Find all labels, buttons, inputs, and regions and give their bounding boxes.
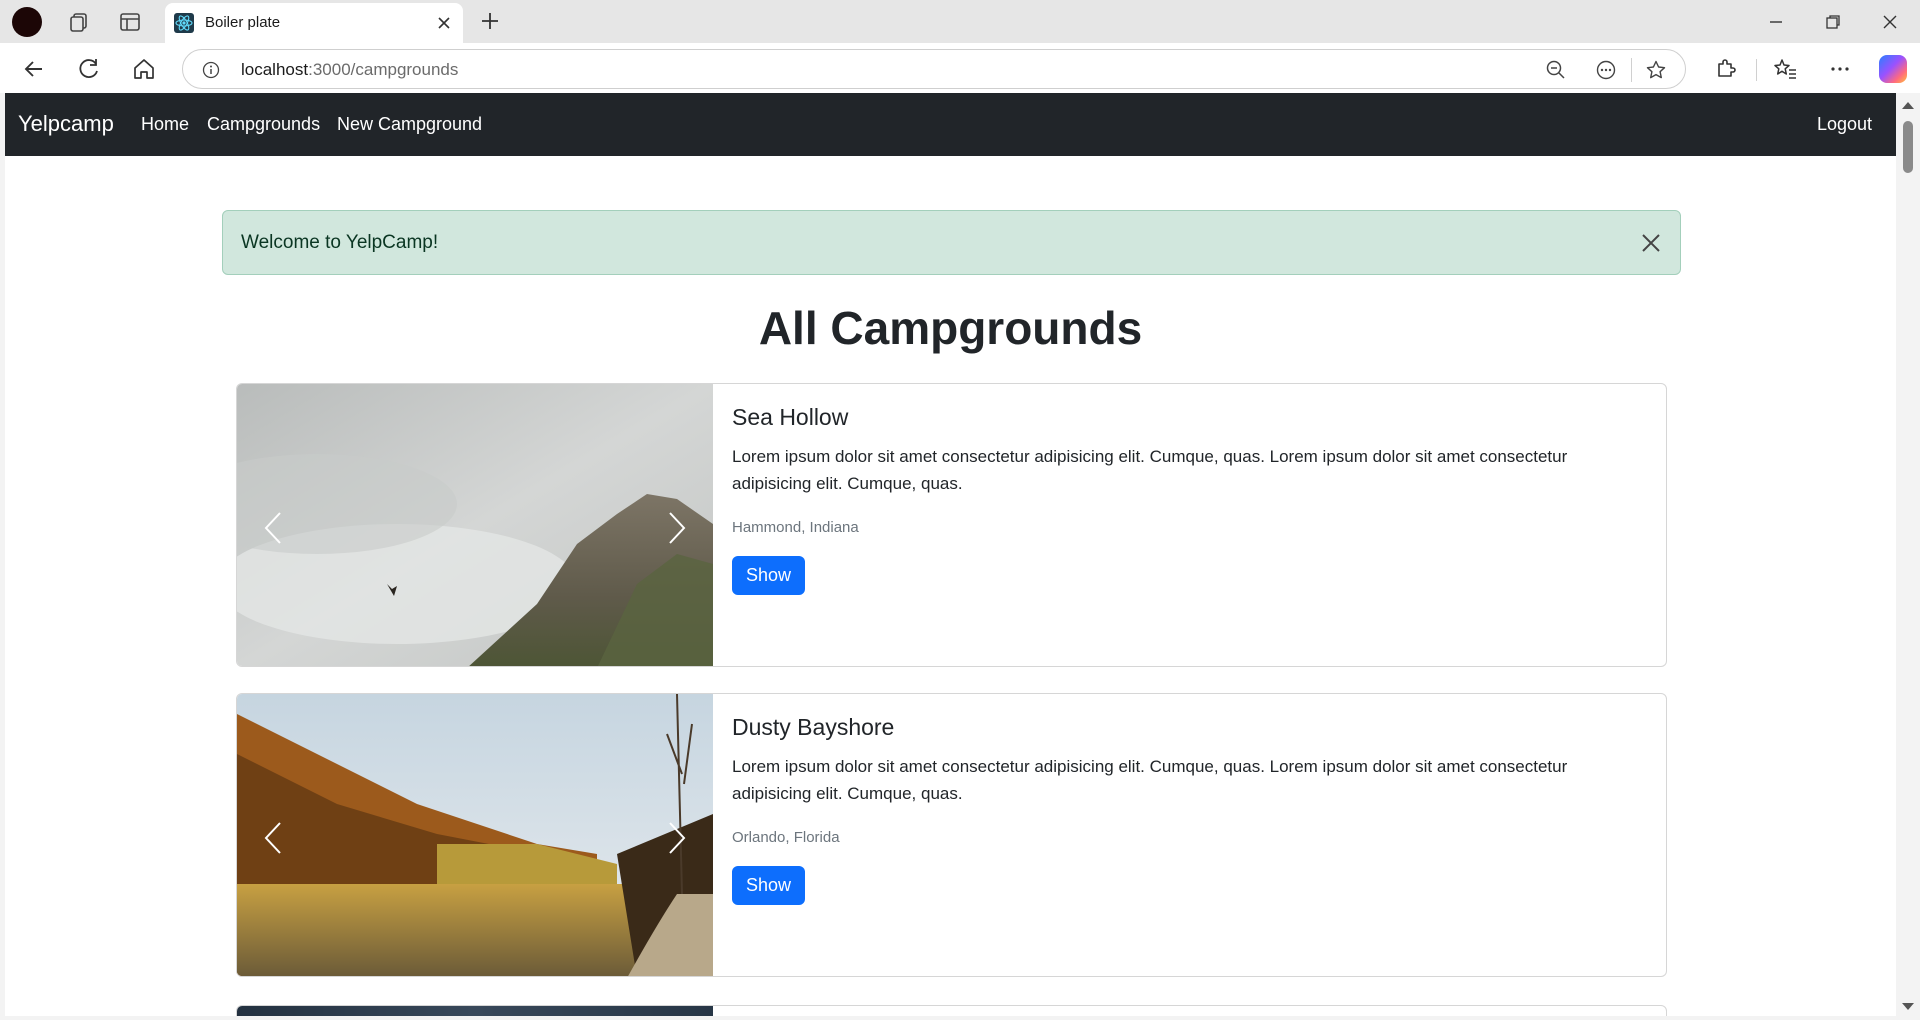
campground-card-body: Sea Hollow Lorem ipsum dolor sit amet co…: [732, 404, 1642, 595]
campground-card-body: Dusty Bayshore Lorem ipsum dolor sit ame…: [732, 714, 1642, 905]
campground-photo-mountain-fog: [237, 384, 713, 666]
zoom-out-icon[interactable]: [1545, 59, 1567, 81]
copilot-icon[interactable]: [1879, 55, 1907, 83]
nav-link-new-campground[interactable]: New Campground: [337, 114, 482, 135]
campground-image-partial: [237, 1006, 713, 1016]
campground-description: Lorem ipsum dolor sit amet consectetur a…: [732, 757, 1568, 803]
extensions-icon[interactable]: [1711, 55, 1739, 83]
browser-tab-bar: Boiler plate: [0, 0, 1920, 43]
success-alert: Welcome to YelpCamp!: [222, 210, 1681, 275]
navbar-brand[interactable]: Yelpcamp: [18, 111, 114, 137]
campground-card: Sea Hollow Lorem ipsum dolor sit amet co…: [236, 383, 1667, 667]
tab-close-icon[interactable]: [435, 14, 453, 32]
scrollbar-thumb[interactable]: [1903, 121, 1913, 173]
scroll-down-icon[interactable]: [1902, 1003, 1914, 1010]
home-icon[interactable]: [130, 55, 158, 83]
more-options-circle-icon[interactable]: [1595, 59, 1617, 81]
campground-location: Orlando, Florida: [732, 829, 840, 846]
active-tab[interactable]: Boiler plate: [165, 3, 463, 43]
carousel-prev-icon[interactable]: [261, 510, 285, 546]
show-button[interactable]: Show: [732, 866, 806, 905]
carousel-next-icon[interactable]: [665, 820, 689, 856]
minimize-icon[interactable]: [1763, 9, 1789, 35]
url-divider: [1631, 58, 1632, 82]
campground-title: Sea Hollow: [732, 404, 849, 430]
campground-photo-autumn-lake: [237, 694, 713, 976]
url-text[interactable]: localhost:3000/campgrounds: [241, 60, 458, 80]
vertical-tabs-icon[interactable]: [117, 9, 143, 35]
carousel-prev-icon[interactable]: [261, 820, 285, 856]
tab-title: Boiler plate: [205, 14, 281, 31]
restore-icon[interactable]: [1820, 9, 1846, 35]
campground-card-partial: [236, 1005, 1667, 1016]
address-toolbar: localhost:3000/campgrounds: [0, 43, 1920, 93]
alert-close-icon[interactable]: [1640, 232, 1662, 254]
favorites-icon[interactable]: [1771, 55, 1799, 83]
campground-card: Dusty Bayshore Lorem ipsum dolor sit ame…: [236, 693, 1667, 977]
campground-description: Lorem ipsum dolor sit amet consectetur a…: [732, 447, 1568, 493]
alert-message: Welcome to YelpCamp!: [241, 232, 439, 253]
refresh-icon[interactable]: [75, 55, 103, 83]
campground-image-carousel[interactable]: [237, 694, 713, 976]
profile-avatar[interactable]: [12, 7, 42, 37]
campground-image-carousel[interactable]: [237, 384, 713, 666]
top-navbar: Yelpcamp Home Campgrounds New Campground…: [5, 93, 1896, 156]
campground-title: Dusty Bayshore: [732, 714, 895, 740]
page-scrollbar[interactable]: [1896, 93, 1920, 1016]
close-window-icon[interactable]: [1877, 9, 1903, 35]
back-arrow-icon[interactable]: [20, 55, 48, 83]
show-button[interactable]: Show: [732, 556, 806, 595]
collections-icon[interactable]: [66, 9, 92, 35]
new-tab-icon[interactable]: [478, 9, 502, 33]
settings-more-icon[interactable]: [1826, 55, 1854, 83]
toolbar-divider: [1756, 59, 1757, 81]
nav-link-campgrounds[interactable]: Campgrounds: [207, 114, 320, 135]
react-favicon-icon: [174, 13, 194, 33]
nav-link-logout[interactable]: Logout: [1817, 114, 1872, 135]
campground-location: Hammond, Indiana: [732, 519, 859, 536]
carousel-next-icon[interactable]: [665, 510, 689, 546]
page-title: All Campgrounds: [758, 302, 1143, 354]
page-viewport: Yelpcamp Home Campgrounds New Campground…: [5, 93, 1896, 1016]
scroll-up-icon[interactable]: [1902, 102, 1914, 109]
favorite-star-icon[interactable]: [1645, 59, 1667, 81]
site-info-icon[interactable]: [202, 61, 220, 79]
url-bar[interactable]: localhost:3000/campgrounds: [182, 49, 1686, 89]
nav-link-home[interactable]: Home: [141, 114, 189, 135]
